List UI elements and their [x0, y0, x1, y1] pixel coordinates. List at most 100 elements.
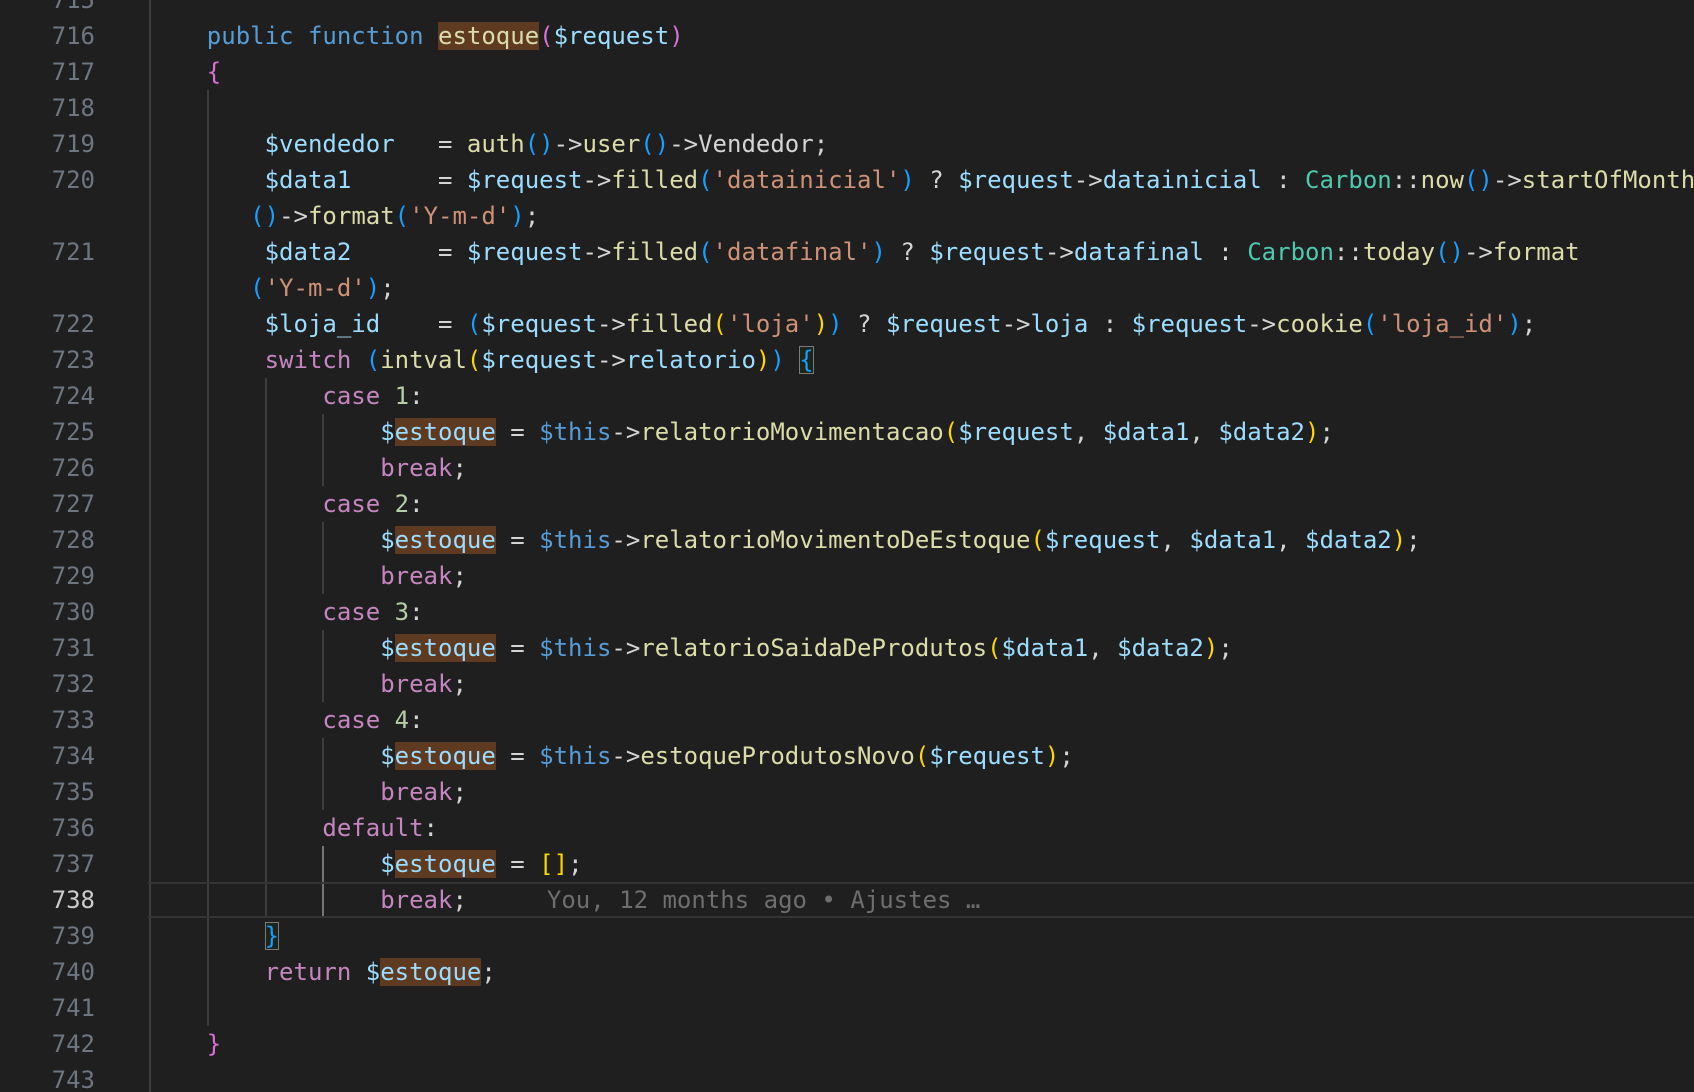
- code-line-738[interactable]: 738 break;You, 12 months ago • Ajustes …: [0, 882, 1694, 918]
- token: (: [698, 238, 712, 266]
- code-line-729[interactable]: 729 break;: [0, 558, 1694, 594]
- token: ,: [1276, 526, 1305, 554]
- code-line-732[interactable]: 732 break;: [0, 666, 1694, 702]
- code-line-724[interactable]: 724 case 1:: [0, 378, 1694, 414]
- code-line-736[interactable]: 736 default:: [0, 810, 1694, 846]
- token: Carbon: [1247, 238, 1334, 266]
- token: (: [467, 310, 481, 338]
- token: [149, 670, 380, 698]
- code-line-735[interactable]: 735 break;: [0, 774, 1694, 810]
- token: [785, 346, 799, 374]
- code-text: [95, 90, 149, 126]
- code-text: break;: [95, 774, 467, 810]
- code-line-733[interactable]: 733 case 4:: [0, 702, 1694, 738]
- code-line-734[interactable]: 734 $estoque = $this->estoqueProdutosNov…: [0, 738, 1694, 774]
- code-line-730[interactable]: 730 case 3:: [0, 594, 1694, 630]
- token: 'Y-m-d': [265, 274, 366, 302]
- line-number: 733: [0, 702, 95, 738]
- code-line-722[interactable]: 722 $loja_id = ($request->filled('loja')…: [0, 306, 1694, 342]
- code-line-wrap[interactable]: ('Y-m-d');: [0, 270, 1694, 306]
- token: [149, 202, 250, 230]
- code-line-720[interactable]: 720 $data1 = $request->filled('datainici…: [0, 162, 1694, 198]
- line-number: 716: [0, 18, 95, 54]
- token: ->: [611, 526, 640, 554]
- code-line-715[interactable]: 715: [0, 0, 1694, 18]
- code-line-743[interactable]: 743: [0, 1062, 1694, 1092]
- token: [149, 886, 380, 914]
- token: 'datainicial': [713, 166, 901, 194]
- code-line-739[interactable]: 739 }: [0, 918, 1694, 954]
- token: estoque: [395, 742, 496, 770]
- line-number: 721: [0, 234, 95, 270]
- token: (: [944, 418, 958, 446]
- code-editor[interactable]: 715716 public function estoque($request)…: [0, 0, 1694, 1092]
- token: [424, 22, 438, 50]
- token: (): [640, 130, 669, 158]
- line-number: 718: [0, 90, 95, 126]
- code-line-716[interactable]: 716 public function estoque($request): [0, 18, 1694, 54]
- code-text: break;You, 12 months ago • Ajustes …: [95, 882, 980, 918]
- line-number: 725: [0, 414, 95, 450]
- code-line-726[interactable]: 726 break;: [0, 450, 1694, 486]
- token: ;: [1406, 526, 1420, 554]
- code-line-wrap[interactable]: ()->format('Y-m-d');: [0, 198, 1694, 234]
- token: ::: [1334, 238, 1363, 266]
- token: =: [496, 418, 539, 446]
- code-line-737[interactable]: 737 $estoque = [];: [0, 846, 1694, 882]
- code-line-723[interactable]: 723 switch (intval($request->relatorio))…: [0, 342, 1694, 378]
- token: ;: [452, 562, 466, 590]
- code-text: break;: [95, 450, 467, 486]
- token: $request: [929, 238, 1045, 266]
- code-line-717[interactable]: 717 {: [0, 54, 1694, 90]
- code-line-741[interactable]: 741: [0, 990, 1694, 1026]
- token: :: [409, 382, 423, 410]
- token: $data1: [1103, 418, 1190, 446]
- code-line-728[interactable]: 728 $estoque = $this->relatorioMovimento…: [0, 522, 1694, 558]
- token: ;: [1059, 742, 1073, 770]
- code-line-721[interactable]: 721 $data2 = $request->filled('datafinal…: [0, 234, 1694, 270]
- token: $data2: [1305, 526, 1392, 554]
- token: $request: [886, 310, 1002, 338]
- token: ?: [915, 166, 958, 194]
- token: $request: [929, 742, 1045, 770]
- token: [149, 1030, 207, 1058]
- token: ;: [525, 202, 539, 230]
- code-line-719[interactable]: 719 $vendedor = auth()->user()->Vendedor…: [0, 126, 1694, 162]
- code-line-742[interactable]: 742 }: [0, 1026, 1694, 1062]
- token: datafinal: [1074, 238, 1204, 266]
- token: intval: [380, 346, 467, 374]
- line-number: 720: [0, 162, 95, 198]
- code-line-727[interactable]: 727 case 2:: [0, 486, 1694, 522]
- token: [351, 958, 365, 986]
- token: {: [207, 58, 221, 86]
- token: [149, 598, 322, 626]
- token: =: [496, 634, 539, 662]
- token: estoque: [438, 22, 539, 50]
- code-line-725[interactable]: 725 $estoque = $this->relatorioMovimenta…: [0, 414, 1694, 450]
- line-number: 734: [0, 738, 95, 774]
- token: ;: [452, 670, 466, 698]
- line-number: 735: [0, 774, 95, 810]
- line-number: 739: [0, 918, 95, 954]
- token: cookie: [1276, 310, 1363, 338]
- token: [149, 706, 322, 734]
- token: (: [1363, 310, 1377, 338]
- token: [149, 958, 265, 986]
- token: ;: [1522, 310, 1536, 338]
- token: case: [322, 490, 380, 518]
- token: }: [207, 1030, 221, 1058]
- token: 4: [395, 706, 409, 734]
- token: $request: [1045, 526, 1161, 554]
- code-line-731[interactable]: 731 $estoque = $this->relatorioSaidaDePr…: [0, 630, 1694, 666]
- code-line-718[interactable]: 718: [0, 90, 1694, 126]
- code-text: case 3:: [95, 594, 424, 630]
- token: =: [395, 130, 467, 158]
- token: [149, 22, 207, 50]
- token: [149, 778, 380, 806]
- token: (: [395, 202, 409, 230]
- token: function: [308, 22, 424, 50]
- line-number: [0, 198, 95, 234]
- code-line-740[interactable]: 740 return $estoque;: [0, 954, 1694, 990]
- token: (: [1030, 526, 1044, 554]
- token: filled: [611, 166, 698, 194]
